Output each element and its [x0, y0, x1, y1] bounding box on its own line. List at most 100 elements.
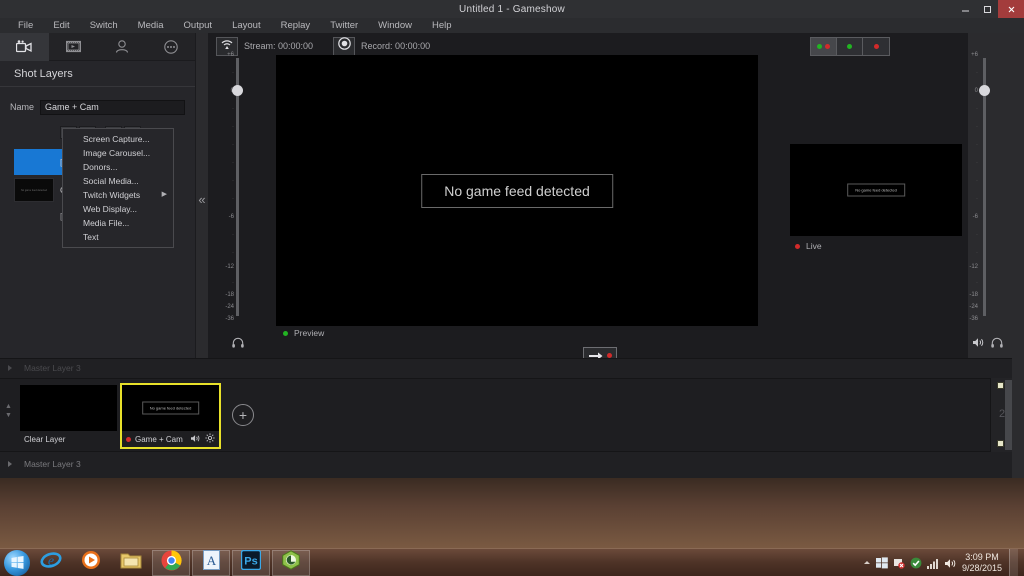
- pager-scrollbar[interactable]: [1005, 380, 1012, 450]
- pager-marker-bottom[interactable]: [997, 440, 1004, 447]
- live-label-text: Live: [806, 241, 822, 251]
- close-button[interactable]: [998, 0, 1024, 18]
- pager-marker-top[interactable]: [997, 382, 1004, 389]
- red-dot-icon: [825, 44, 830, 49]
- add-shot-button[interactable]: +: [232, 404, 254, 426]
- font-viewer-icon: A: [203, 550, 220, 575]
- tab-account[interactable]: [98, 33, 147, 61]
- taskbar-media-player[interactable]: [72, 550, 110, 576]
- maximize-button[interactable]: [976, 0, 998, 18]
- shot-item[interactable]: No game feed detected Game + Cam: [120, 383, 221, 449]
- taskbar-photoshop[interactable]: Ps: [232, 550, 270, 576]
- svg-text:e: e: [48, 554, 54, 569]
- headphone-icon[interactable]: [991, 335, 1003, 353]
- photoshop-icon: Ps: [241, 550, 261, 575]
- clock[interactable]: 3:09 PM 9/28/2015: [962, 552, 1002, 574]
- show-desktop-button[interactable]: [1009, 549, 1018, 576]
- menu-item-output[interactable]: Output: [174, 18, 223, 33]
- record-button[interactable]: [333, 37, 355, 56]
- chrome-icon: [161, 550, 182, 576]
- audio-tick: -6: [229, 214, 234, 220]
- menu-option-donors[interactable]: Donors...: [63, 160, 173, 174]
- clock-time: 3:09 PM: [962, 552, 1002, 563]
- show-hidden-icons-button[interactable]: [863, 554, 871, 572]
- master-layer-label: Master Layer 3: [24, 459, 81, 469]
- gear-icon[interactable]: [205, 433, 215, 445]
- menu-option-social-media[interactable]: Social Media...: [63, 174, 173, 188]
- shot-scroll-arrows[interactable]: ▲ ▼: [5, 403, 12, 419]
- volume-slider-track[interactable]: [236, 58, 239, 316]
- menu-item-help[interactable]: Help: [422, 18, 462, 33]
- menu-option-twitch-widgets[interactable]: Twitch Widgets ▶: [63, 188, 173, 202]
- menu-item-window[interactable]: Window: [368, 18, 422, 33]
- green-dot-icon: [847, 44, 852, 49]
- windows-taskbar: e: [0, 548, 1024, 576]
- preview-status-label: Preview: [283, 328, 324, 338]
- action-center-icon[interactable]: [893, 557, 905, 569]
- shot-pager: 2: [990, 378, 1012, 452]
- record-status: Record: 00:00:00: [361, 41, 430, 51]
- network-icon[interactable]: [927, 558, 939, 569]
- menu-option-media-file[interactable]: Media File...: [63, 216, 173, 230]
- tab-more[interactable]: [146, 33, 195, 61]
- red-dot-icon: [126, 437, 131, 442]
- audio-tick: ·: [232, 124, 234, 130]
- mode-preview-only-button[interactable]: [837, 38, 863, 55]
- tab-media[interactable]: [49, 33, 98, 61]
- volume-slider-knob[interactable]: [979, 85, 990, 96]
- menu-item-switch[interactable]: Switch: [80, 18, 128, 33]
- menu-item-edit[interactable]: Edit: [43, 18, 79, 33]
- audio-scale: +6 · 0 · · · · · · -6 · · -12 · -18 -24 …: [960, 52, 978, 320]
- gameshow-icon: [281, 550, 301, 575]
- shot-label: Game + Cam: [135, 435, 183, 444]
- speaker-icon[interactable]: [190, 434, 201, 445]
- menu-item-replay[interactable]: Replay: [271, 18, 321, 33]
- master-layer-row-top[interactable]: Master Layer 3: [0, 358, 1012, 378]
- taskbar-gameshow[interactable]: [272, 550, 310, 576]
- menu-option-screen-capture[interactable]: Screen Capture...: [63, 132, 173, 146]
- minimize-button[interactable]: [954, 0, 976, 18]
- audio-tick: ·: [976, 160, 978, 166]
- audio-tick: -36: [225, 316, 234, 322]
- mode-preview-live-button[interactable]: [811, 38, 837, 55]
- mode-live-only-button[interactable]: [863, 38, 889, 55]
- volume-slider-knob[interactable]: [232, 85, 243, 96]
- shot-bar: ▲ ▼ Clear Layer No game feed detected Ga…: [0, 378, 1012, 452]
- headphone-icon[interactable]: [232, 335, 244, 353]
- menu-option-text[interactable]: Text: [63, 230, 173, 244]
- speaker-icon[interactable]: [972, 335, 985, 353]
- audio-tick: ·: [976, 106, 978, 112]
- file-explorer-icon: [120, 551, 142, 575]
- shot-name-input[interactable]: Game + Cam: [40, 100, 185, 115]
- master-layer-label: Master Layer 3: [24, 363, 81, 373]
- audio-tick: ·: [976, 142, 978, 148]
- audio-tick: ·: [232, 250, 234, 256]
- tab-shot-layers[interactable]: [0, 33, 49, 61]
- menu-item-media[interactable]: Media: [128, 18, 174, 33]
- start-button[interactable]: [4, 550, 30, 576]
- preview-canvas[interactable]: No game feed detected: [276, 55, 758, 326]
- scroll-up-icon[interactable]: ▲: [5, 403, 12, 410]
- taskbar-explorer[interactable]: [112, 550, 150, 576]
- live-canvas[interactable]: No game feed detected: [790, 144, 962, 236]
- menu-option-image-carousel[interactable]: Image Carousel...: [63, 146, 173, 160]
- menu-item-twitter[interactable]: Twitter: [320, 18, 368, 33]
- taskbar-ie[interactable]: e: [32, 550, 70, 576]
- menu-item-layout[interactable]: Layout: [222, 18, 271, 33]
- menu-item-file[interactable]: File: [8, 18, 43, 33]
- live-audio-icons: [972, 335, 1003, 353]
- volume-slider-track[interactable]: [983, 58, 986, 316]
- volume-icon[interactable]: [944, 558, 957, 569]
- camcorder-icon: [16, 40, 32, 53]
- shot-item[interactable]: Clear Layer: [20, 385, 117, 447]
- taskbar-fontviewer[interactable]: A: [192, 550, 230, 576]
- gameshow-application-window: Untitled 1 - Gameshow File Edit Switch M…: [0, 0, 1024, 576]
- master-layer-row-bottom[interactable]: Master Layer 3: [0, 452, 1012, 478]
- scroll-down-icon[interactable]: ▼: [5, 412, 12, 419]
- menu-option-web-display[interactable]: Web Display...: [63, 202, 173, 216]
- taskbar-chrome[interactable]: [152, 550, 190, 576]
- windows-flag-icon[interactable]: [876, 557, 888, 569]
- antivirus-icon[interactable]: [910, 557, 922, 569]
- output-mode-buttons: [810, 37, 890, 56]
- audio-tick: ·: [232, 280, 234, 286]
